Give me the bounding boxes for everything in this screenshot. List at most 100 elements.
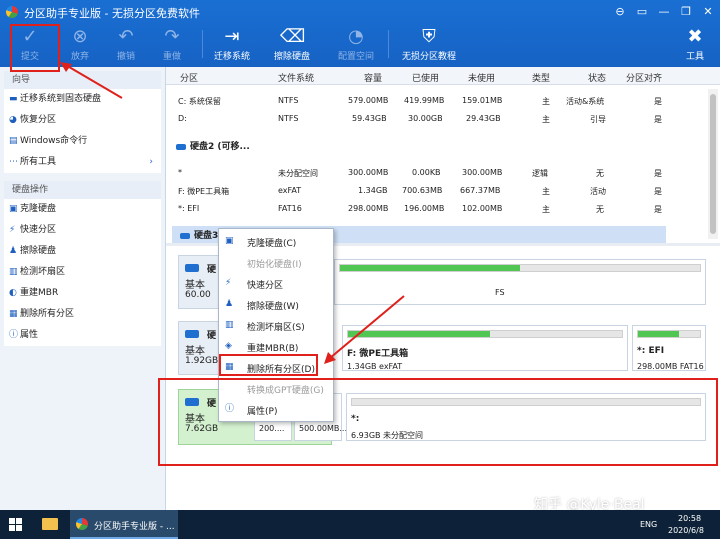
scrollbar-thumb[interactable] (710, 94, 716, 234)
disk3-size: 7.62GB (185, 424, 219, 434)
wipe-disk-button[interactable]: ⌫ 擦除硬盘 (266, 24, 318, 64)
menu-item-label: 检测坏扇区(S) (247, 323, 305, 333)
col-header-capacity[interactable]: 容量 (364, 71, 382, 84)
partition-size: 298.00MB FAT16 (637, 362, 704, 371)
menu-item-convert-gpt[interactable]: 转换成GPT硬盘(G) (219, 378, 335, 399)
sidebar-item-rebuild-mbr[interactable]: ◐ 重建MBR (4, 283, 161, 304)
table-row[interactable]: * 未分配空间 300.00MB 0.00KB 300.00MB 逻辑 无 是 (166, 163, 706, 183)
wipe-disk-label: 擦除硬盘 (273, 52, 310, 62)
cell-status: 活动&系统 (566, 97, 605, 106)
allocate-space-button[interactable]: ◔ 配置空间 (332, 24, 380, 64)
delete-all-icon: ▦ (9, 309, 18, 319)
redo-icon: ↷ (164, 26, 180, 47)
wipe-disk-icon: ♟ (9, 246, 18, 256)
menu-item-rebuild-mbr[interactable]: ◈ 重建MBR(B) (219, 336, 335, 357)
sidebar-item-recover-partition[interactable]: ◕ 恢复分区 (4, 110, 161, 131)
col-header-free[interactable]: 未使用 (468, 71, 495, 84)
taskbar-app-button[interactable]: 分区助手专业版 - ... (70, 510, 178, 539)
partition-size: 500.00MB... (299, 424, 348, 433)
disk3-unallocated[interactable]: *: 6.93GB 未分配空间 (346, 393, 706, 441)
disk3-type: 基本 (185, 414, 205, 425)
col-header-partition[interactable]: 分区 (180, 71, 198, 84)
disk-icon (180, 232, 190, 239)
cell-partition: F: 微PE工具箱 (178, 187, 230, 196)
tutorial-button[interactable]: ⛨ 无损分区教程 (398, 24, 460, 64)
cell-capacity: 59.43GB (352, 114, 387, 123)
cell-type: 主 (542, 205, 550, 214)
allocate-space-icon: ◔ (348, 26, 364, 47)
menu-item-delete-all[interactable]: ▦ 删除所有分区(D) (219, 357, 335, 378)
table-row[interactable]: D: NTFS 59.43GB 30.00GB 29.43GB 主 引导 是 (166, 109, 706, 129)
app-logo-icon (76, 518, 88, 530)
minimize-button[interactable]: — (654, 3, 674, 21)
col-header-used[interactable]: 已使用 (412, 71, 439, 84)
menu-item-bad-sector[interactable]: ▥ 检测坏扇区(S) (219, 315, 335, 336)
menu-item-wipe-disk[interactable]: ♟ 擦除硬盘(W) (219, 294, 335, 315)
sidebar-item-all-tools[interactable]: ⋯ 所有工具 › (4, 152, 161, 173)
table-scrollbar[interactable] (708, 89, 718, 239)
disk1-partition[interactable]: FS (334, 259, 706, 305)
skin-icon[interactable]: ▭ (632, 3, 652, 21)
partition-name: F: 微PE工具箱 (347, 349, 409, 359)
menu-item-label: 快速分区 (247, 281, 284, 291)
close-button[interactable]: ✕ (698, 3, 718, 21)
undo-button[interactable]: ↶ 撤销 (104, 24, 148, 64)
usage-bar (351, 398, 701, 406)
migrate-system-button[interactable]: ⇥ 迁移系统 (208, 24, 256, 64)
sidebar-item-label: 克隆硬盘 (20, 204, 57, 214)
menu-item-properties[interactable]: ⓘ 属性(P) (219, 399, 335, 420)
file-explorer-icon[interactable] (42, 518, 58, 530)
clock-time[interactable]: 20:58 (678, 514, 701, 523)
cell-fs: exFAT (278, 186, 302, 195)
restore-button[interactable]: ❐ (676, 3, 696, 21)
taskbar: 分区助手专业版 - ... ENG 20:58 2020/6/8 (0, 510, 720, 539)
tools-button[interactable]: ✖ 工具 (680, 24, 710, 64)
table-row[interactable]: *: EFI FAT16 298.00MB 196.00MB 102.00MB … (166, 199, 706, 219)
commit-button[interactable]: ✓ 提交 (8, 24, 52, 64)
discard-button[interactable]: ⊗ 放弃 (58, 24, 102, 64)
redo-button[interactable]: ↷ 重做 (150, 24, 194, 64)
sidebar-item-properties[interactable]: ⓘ 属性 (4, 325, 161, 346)
menu-item-init-disk[interactable]: 初始化硬盘(I) (219, 252, 335, 273)
sidebar-item-label: 检测坏扇区 (20, 267, 66, 277)
menu-item-label: 删除所有分区(D) (247, 365, 315, 375)
partition-efi[interactable]: *: EFI 298.00MB FAT16 (632, 325, 706, 371)
quick-partition-icon: ⚡ (225, 278, 232, 288)
language-indicator[interactable]: ENG (640, 520, 657, 529)
usage-fill (340, 265, 520, 271)
partition-fs: FS (495, 288, 505, 297)
col-header-status[interactable]: 状态 (588, 71, 606, 84)
cell-fs: FAT16 (278, 204, 302, 213)
app-logo-icon (6, 6, 18, 18)
usage-bar (347, 330, 623, 338)
sidebar-item-bad-sector[interactable]: ▥ 检测坏扇区 (4, 262, 161, 283)
disk2-label: 硬盘2 (可移... (190, 142, 250, 152)
sidebar-item-cmd[interactable]: ▤ Windows命令行 (4, 131, 161, 152)
col-header-align[interactable]: 分区对齐 (626, 71, 662, 84)
windows-start-icon[interactable] (9, 518, 23, 532)
menu-item-quick-partition[interactable]: ⚡ 快速分区 (219, 273, 335, 294)
clock-date[interactable]: 2020/6/8 (668, 526, 704, 535)
disk2-header[interactable]: 硬盘2 (可移... (176, 139, 250, 152)
partition-f[interactable]: F: 微PE工具箱 1.34GB exFAT (342, 325, 628, 371)
sidebar-item-clone-disk[interactable]: ▣ 克隆硬盘 (4, 199, 161, 220)
taskbar-app-label: 分区助手专业版 - ... (94, 522, 175, 532)
menu-item-label: 擦除硬盘(W) (247, 302, 299, 312)
cmd-icon: ▤ (9, 136, 18, 146)
menu-item-clone-disk[interactable]: ▣ 克隆硬盘(C) (219, 231, 335, 252)
sidebar-item-delete-all[interactable]: ▦ 删除所有分区 (4, 304, 161, 325)
discard-icon: ⊗ (72, 26, 88, 47)
col-header-type[interactable]: 类型 (532, 71, 550, 84)
sidebar-item-migrate-ssd[interactable]: ▬ 迁移系统到固态硬盘 (4, 89, 161, 110)
cell-used: 30.00GB (408, 114, 443, 123)
clone-disk-icon: ▣ (9, 204, 18, 214)
disk3-header: 硬盘3 (180, 228, 218, 241)
cell-fs: 未分配空间 (278, 169, 318, 178)
update-icon[interactable]: ⊖ (610, 3, 630, 21)
table-row[interactable]: C: 系统保留 NTFS 579.00MB 419.99MB 159.01MB … (166, 91, 706, 111)
table-row[interactable]: F: 微PE工具箱 exFAT 1.34GB 700.63MB 667.37MB… (166, 181, 706, 201)
sidebar-item-wipe-disk[interactable]: ♟ 擦除硬盘 (4, 241, 161, 262)
col-header-fs[interactable]: 文件系统 (278, 71, 314, 84)
toolbar-separator (388, 30, 389, 58)
sidebar-item-quick-partition[interactable]: ⚡ 快速分区 (4, 220, 161, 241)
